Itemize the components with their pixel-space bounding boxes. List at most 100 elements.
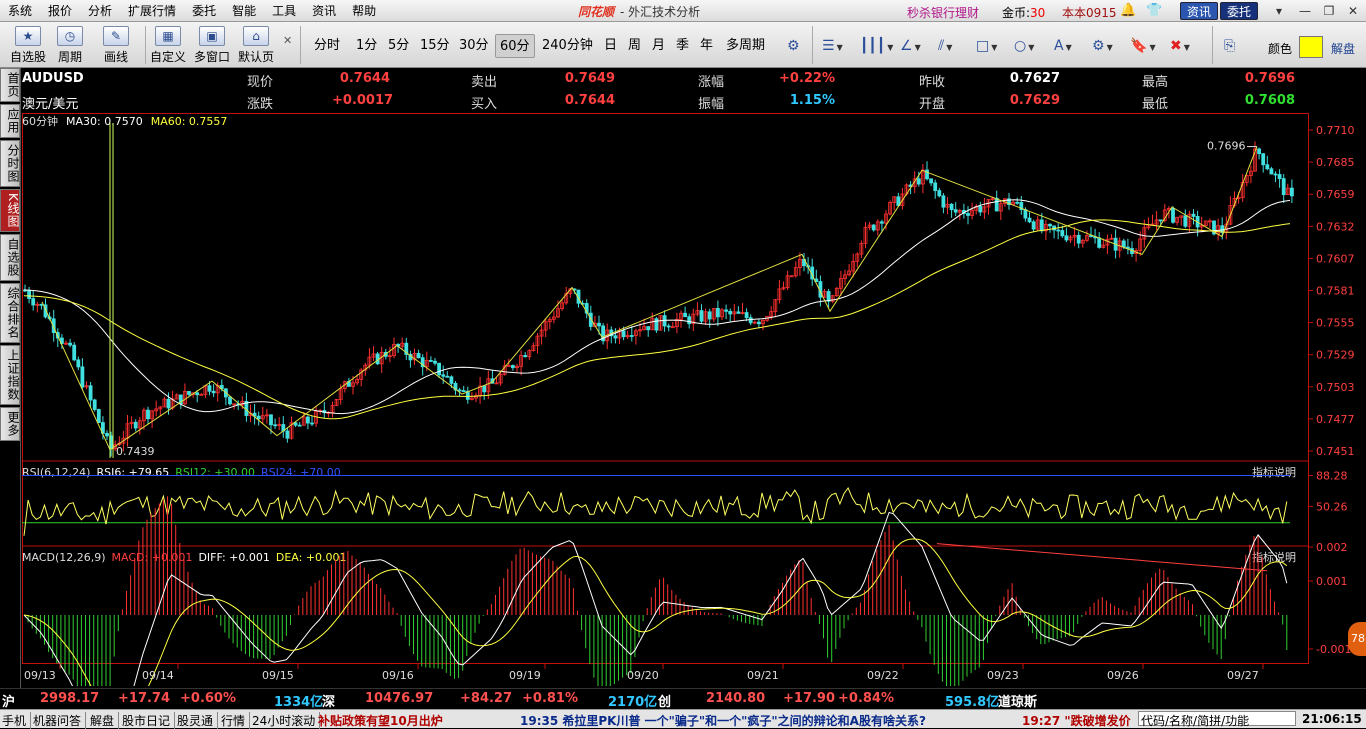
trade-button[interactable]: 委托 xyxy=(1220,2,1259,20)
date-tick: 09/26 xyxy=(1107,669,1139,682)
sidebar-tab-0[interactable]: 首页 xyxy=(0,68,20,102)
sidebar-tab-5[interactable]: 综合排名 xyxy=(0,282,20,343)
star-button[interactable]: ★ 自选股 xyxy=(8,26,48,65)
period-tab-1[interactable]: 1分 xyxy=(352,34,381,58)
delete-icon[interactable]: ✖ ▼ xyxy=(1170,36,1190,56)
close-icon[interactable]: ✕ xyxy=(1344,3,1362,19)
macd-tick: -0.001 xyxy=(1316,643,1351,656)
menu-item-2[interactable]: 分析 xyxy=(80,2,120,19)
status-item-3[interactable]: 股市日记 xyxy=(122,712,176,729)
candle-body xyxy=(629,335,634,337)
period-tab-10[interactable]: 季 xyxy=(672,34,693,58)
period-tab-9[interactable]: 月 xyxy=(648,34,669,58)
gear-icon[interactable]: ⚙ xyxy=(787,36,800,56)
float-badge[interactable]: 78 xyxy=(1348,622,1366,656)
indicator-list-icon[interactable]: ☰ ▼ xyxy=(822,36,843,56)
sidebar-tab-1[interactable]: 应用 xyxy=(0,104,20,138)
menu-item-1[interactable]: 报价 xyxy=(40,2,80,19)
quote-value: 0.7629 xyxy=(1009,93,1060,108)
menu-item-3[interactable]: 扩展行情 xyxy=(120,2,184,19)
sidebar-tab-3[interactable]: K线图 xyxy=(0,189,20,232)
period-tab-2[interactable]: 5分 xyxy=(384,34,413,58)
menu-item-4[interactable]: 委托 xyxy=(184,2,224,19)
quote-label: 卖出 xyxy=(471,75,498,90)
sidebar-tab-6[interactable]: 上证指数 xyxy=(0,344,20,405)
candle-body xyxy=(256,415,261,420)
period-tab-6[interactable]: 240分钟 xyxy=(538,34,597,58)
settings-icon[interactable]: ⚙ ▼ xyxy=(1092,36,1113,56)
candle-body xyxy=(1277,174,1282,180)
clock-button[interactable]: ◷ 周期 xyxy=(50,26,90,65)
ellipse-tool-icon[interactable]: ○ ▼ xyxy=(1014,36,1034,56)
bookmark-icon[interactable]: 🔖 ▼ xyxy=(1130,36,1156,56)
collapse-icon[interactable]: ✕ xyxy=(283,34,292,47)
export-icon[interactable]: ⎘ xyxy=(1224,36,1235,56)
candle-body xyxy=(310,422,314,425)
status-item-4[interactable]: 股灵通 xyxy=(177,712,219,729)
status-item-6[interactable]: 24小时滚动 xyxy=(252,712,321,729)
info-button[interactable]: 资讯 xyxy=(1180,2,1219,20)
period-tab-12[interactable]: 多周期 xyxy=(722,34,769,58)
candle-body xyxy=(941,195,946,208)
period-tab-11[interactable]: 年 xyxy=(696,34,717,58)
menu-item-6[interactable]: 工具 xyxy=(264,2,304,19)
main-legend-item: MA60: 0.7557 xyxy=(151,115,228,128)
text-tool-icon[interactable]: A ▼ xyxy=(1054,36,1072,56)
grid-button[interactable]: ▦ 自定义 xyxy=(148,26,188,65)
period-tab-4[interactable]: 30分 xyxy=(455,34,493,58)
color-swatch[interactable] xyxy=(1299,36,1323,58)
price-tick: 0.7529 xyxy=(1316,349,1355,362)
news-headline-3[interactable]: 19:27 "跌破增发价 xyxy=(1022,712,1136,729)
candle-body xyxy=(1281,178,1286,196)
price-tick: 0.7451 xyxy=(1316,445,1355,458)
quote-value: 0.7649 xyxy=(564,71,615,86)
bell-icon[interactable]: 🔔 xyxy=(1120,3,1136,19)
quote-value: +0.0017 xyxy=(332,93,394,108)
period-tab-8[interactable]: 周 xyxy=(624,34,645,58)
period-tab-0[interactable]: 分时 xyxy=(310,34,344,58)
channel-icon[interactable]: ⫽ ▼ xyxy=(938,36,952,56)
news-headline-2[interactable]: 19:35 希拉里PK川普 一个"骗子"和一个"疯子"之间的辩论和A股有啥关系? xyxy=(520,712,990,729)
restore-icon[interactable]: ❐ xyxy=(1320,3,1338,19)
minimize-icon[interactable]: — xyxy=(1296,3,1314,19)
sidebar-tab-2[interactable]: 分时图 xyxy=(0,140,20,187)
search-input[interactable]: 代码/名称/简拼/功能 xyxy=(1138,711,1296,728)
ticker-field: 2170亿 xyxy=(608,695,658,710)
quote-label: 最高 xyxy=(1142,75,1169,90)
trendline-icon[interactable]: ∠ ▼ xyxy=(900,36,921,56)
rsi-explain-button[interactable]: 指标说明 xyxy=(1252,465,1296,479)
windows-button[interactable]: ▣ 多窗口 xyxy=(192,26,232,65)
menu-item-7[interactable]: 资讯 xyxy=(304,2,344,19)
home-button[interactable]: ⌂ 默认页 xyxy=(236,26,276,65)
candle-body xyxy=(994,197,999,212)
bank-link[interactable]: 秒杀银行理财 xyxy=(907,4,979,21)
sidebar-tab-7[interactable]: 更多 xyxy=(0,406,20,441)
menu-item-0[interactable]: 系统 xyxy=(0,2,40,19)
candle-body xyxy=(683,312,687,318)
shirt-icon[interactable]: 👕 xyxy=(1146,3,1162,19)
period-tab-3[interactable]: 15分 xyxy=(416,34,454,58)
candle-body xyxy=(757,321,761,325)
menu-item-8[interactable]: 帮助 xyxy=(344,2,384,19)
username[interactable]: 本本0915 xyxy=(1062,4,1117,21)
candle-body xyxy=(428,360,433,362)
status-item-1[interactable]: 机器问答 xyxy=(33,712,87,729)
rect-tool-icon[interactable]: □ ▼ xyxy=(976,36,997,56)
main-legend-item: 60分钟 xyxy=(22,114,58,128)
status-item-0[interactable]: 手机 xyxy=(2,712,32,729)
dropdown-icon[interactable]: ▾ xyxy=(1270,3,1288,19)
chart-area[interactable]: 60分钟 MA30: 0.7570 MA60: 0.7557 0.7710 0.7685… xyxy=(22,113,1366,686)
period-tab-5[interactable]: 60分 xyxy=(495,34,535,58)
menu-item-5[interactable]: 智能 xyxy=(224,2,264,19)
pencil-button[interactable]: ✎ 画线 xyxy=(96,26,136,65)
period-tab-7[interactable]: 日 xyxy=(600,34,621,58)
bar-style-icon[interactable]: ┃┃┃ ▼ xyxy=(860,36,893,56)
main-menu: 系统 报价 分析 扩展行情 委托 智能 工具 资讯 帮助 xyxy=(0,2,384,19)
price-tick: 0.7659 xyxy=(1316,188,1355,201)
ticker-field: 1334亿 xyxy=(274,695,324,710)
status-item-2[interactable]: 解盘 xyxy=(90,712,120,729)
news-headline-1[interactable]: 补贴政策有望10月出炉 xyxy=(318,712,443,729)
sidebar-tab-4[interactable]: 自选股 xyxy=(0,233,20,281)
unlock-button[interactable]: 解盘 xyxy=(1331,40,1355,57)
status-item-5[interactable]: 行情 xyxy=(221,712,251,729)
